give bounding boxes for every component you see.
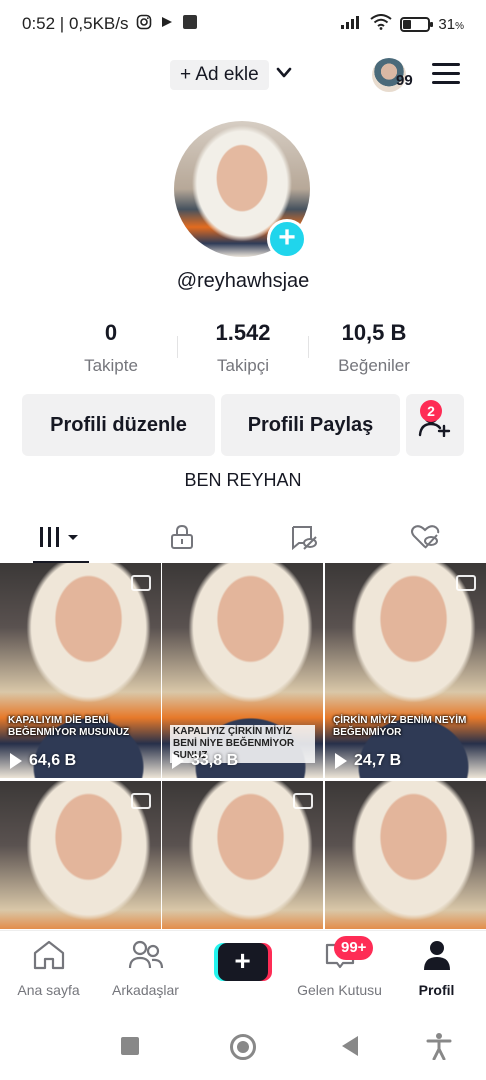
- play-icon: [10, 753, 22, 769]
- system-navigation: [0, 1012, 486, 1080]
- recents-icon[interactable]: [121, 1037, 139, 1055]
- view-count: 24,7 B: [335, 752, 401, 770]
- create-button[interactable]: +: [213, 943, 272, 981]
- friend-request-badge: 2: [420, 400, 442, 422]
- wifi-icon: [370, 13, 393, 35]
- profile-top-bar: + Ad ekle 99: [0, 56, 486, 96]
- view-count: 33,8 B: [172, 752, 238, 770]
- likes-stat[interactable]: 10,5 B Beğeniler: [309, 320, 439, 376]
- accessibility-icon[interactable]: [426, 1032, 452, 1065]
- bottom-navigation: Ana sayfa Arkadaşlar + Gelen Kutusu Prof…: [0, 930, 486, 1012]
- followers-stat[interactable]: 1.542 Takipçi: [178, 320, 308, 376]
- photo-icon: [456, 575, 476, 591]
- username: @reyhawhsjae: [176, 270, 310, 292]
- home-icon: [32, 940, 66, 975]
- photo-icon: [131, 575, 151, 591]
- nav-friends[interactable]: Arkadaşlar: [97, 939, 194, 998]
- play-icon: [172, 753, 184, 769]
- video-thumbnail[interactable]: [0, 781, 161, 929]
- followers-count: 1.542: [215, 320, 271, 345]
- video-thumbnail[interactable]: [162, 781, 323, 929]
- nav-inbox-label: Gelen Kutusu: [297, 982, 382, 998]
- nav-create[interactable]: +: [194, 939, 291, 981]
- videos-grid-icon: [38, 525, 84, 554]
- media-play-icon: [160, 14, 174, 34]
- tab-private[interactable]: [121, 516, 242, 562]
- tab-liked[interactable]: [364, 516, 485, 562]
- tab-reposts[interactable]: [243, 516, 364, 562]
- signal-icon: [340, 14, 362, 35]
- nav-profile[interactable]: Profil: [388, 939, 485, 998]
- lock-icon: [169, 524, 195, 555]
- content-tabs: [0, 516, 486, 563]
- nav-friends-label: Arkadaşlar: [112, 982, 179, 998]
- photo-icon: [131, 793, 151, 809]
- add-story-plus-icon[interactable]: +: [267, 219, 307, 259]
- status-bar: 0:52 | 0,5KB/s 31%: [0, 0, 486, 48]
- video-caption: ÇİRKİN MİYİZ BENİM NEYİM BEĞENMİYOR: [333, 715, 467, 738]
- view-count: 64,6 B: [10, 752, 76, 770]
- edit-profile-button[interactable]: Profili düzenle: [22, 394, 215, 456]
- following-count: 0: [104, 320, 118, 345]
- followers-label: Takipçi: [217, 356, 269, 375]
- notification-count: 99: [396, 72, 413, 89]
- home-button-icon[interactable]: [230, 1034, 256, 1060]
- menu-icon[interactable]: [432, 63, 460, 85]
- plus-icon: +: [217, 943, 268, 981]
- following-label: Takipte: [84, 356, 138, 375]
- battery-percent: 31%: [438, 15, 464, 33]
- instagram-icon: [136, 14, 152, 35]
- following-stat[interactable]: 0 Takipte: [46, 320, 176, 376]
- video-grid: KAPALIYIM DİE BENİ BEĞENMİYOR MUSUNUZ 64…: [0, 563, 486, 929]
- video-thumbnail[interactable]: KAPALIYIM DİE BENİ BEĞENMİYOR MUSUNUZ 64…: [0, 563, 161, 778]
- profile-actions: Profili düzenle Profili Paylaş: [22, 394, 464, 456]
- nav-profile-label: Profil: [418, 982, 455, 998]
- likes-label: Beğeniler: [338, 356, 410, 375]
- video-caption: KAPALIYIM DİE BENİ BEĞENMİYOR MUSUNUZ: [8, 715, 130, 738]
- nav-home[interactable]: Ana sayfa: [0, 939, 97, 998]
- tab-videos[interactable]: [0, 516, 121, 562]
- app-square-icon: [182, 14, 198, 35]
- profile-bio: BEN REYHAN: [184, 470, 302, 490]
- reposts-icon: [290, 524, 318, 555]
- profile-icon: [420, 941, 454, 975]
- inbox-icon: [323, 943, 357, 975]
- add-account-button[interactable]: + Ad ekle: [170, 60, 269, 90]
- back-icon[interactable]: [342, 1036, 358, 1056]
- liked-hidden-icon: [410, 524, 440, 555]
- video-thumbnail[interactable]: [325, 781, 486, 929]
- photo-icon: [293, 793, 313, 809]
- friends-icon: [128, 940, 164, 975]
- chevron-down-icon[interactable]: [276, 66, 292, 84]
- video-thumbnail[interactable]: KAPALIYIZ ÇİRKİN MİYİZ BENİ NİYE BEĞENMİ…: [162, 563, 323, 778]
- video-thumbnail[interactable]: ÇİRKİN MİYİZ BENİM NEYİM BEĞENMİYOR 24,7…: [325, 563, 486, 778]
- inbox-badge: 99+: [334, 936, 374, 960]
- likes-count: 10,5 B: [341, 320, 407, 345]
- profile-stats: 0 Takipte 1.542 Takipçi 10,5 B Beğeniler: [0, 320, 486, 380]
- status-time: 0:52 | 0,5KB/s: [22, 14, 129, 33]
- share-profile-button[interactable]: Profili Paylaş: [221, 394, 400, 456]
- battery-icon: [400, 16, 434, 32]
- play-icon: [335, 753, 347, 769]
- nav-home-label: Ana sayfa: [17, 982, 80, 998]
